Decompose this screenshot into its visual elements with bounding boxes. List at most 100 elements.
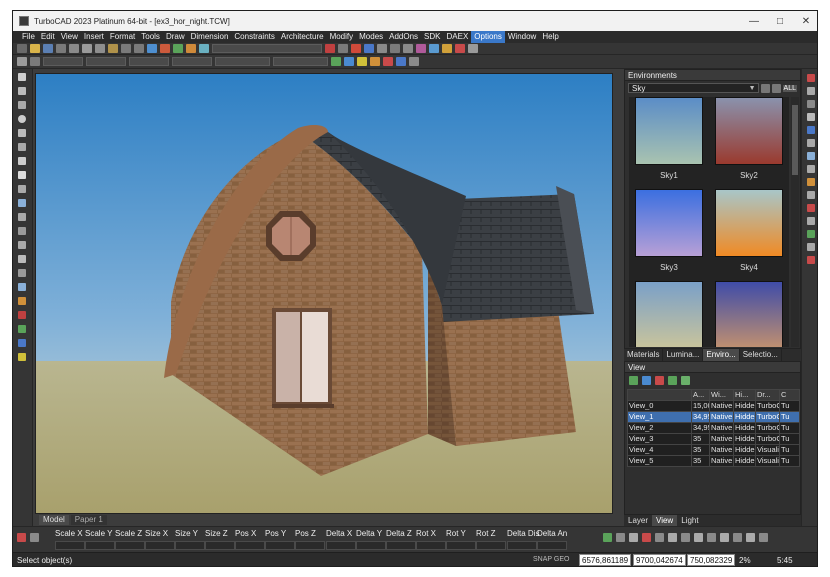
tool-icon[interactable] <box>807 256 815 264</box>
column-width[interactable]: Wi... <box>709 389 734 401</box>
tab-environments[interactable]: Enviro... <box>703 349 740 361</box>
print-icon[interactable] <box>56 44 66 53</box>
pen-combo[interactable] <box>86 57 126 66</box>
palette-icon[interactable] <box>416 44 426 53</box>
globe-icon[interactable] <box>429 44 439 53</box>
point-icon[interactable] <box>18 157 26 165</box>
field-input[interactable] <box>235 541 265 550</box>
link-icon[interactable] <box>147 44 157 53</box>
layer-combo[interactable] <box>212 44 322 53</box>
table-row[interactable]: View_4 35 Native Hidden Visuali Tu <box>627 444 800 456</box>
tool-icon[interactable] <box>807 165 815 173</box>
dimension-icon[interactable] <box>18 185 26 193</box>
style-icon[interactable] <box>30 57 40 66</box>
open-folder-icon[interactable] <box>30 44 40 53</box>
materials-icon[interactable] <box>199 44 209 53</box>
snap-mode-icon[interactable] <box>720 533 729 542</box>
hand-icon[interactable] <box>338 44 348 53</box>
redo-icon[interactable] <box>134 44 144 53</box>
wall-icon[interactable] <box>18 213 26 221</box>
select-arrow-icon[interactable] <box>18 73 26 81</box>
field-input[interactable] <box>175 541 205 550</box>
minimize-button[interactable]: — <box>741 11 767 31</box>
table-row[interactable]: View_0 15,00 Native Hidden TurboC Tu <box>627 400 800 412</box>
snap-mode-icon[interactable] <box>694 533 703 542</box>
table-row[interactable]: View_2 34,95 Native Hidden TurboC Tu <box>627 422 800 434</box>
tool-icon[interactable] <box>807 217 815 225</box>
zoom-out-icon[interactable] <box>364 44 374 53</box>
mirror-icon[interactable] <box>18 339 26 347</box>
search-icon[interactable] <box>760 83 770 93</box>
environment-tile-sky3[interactable]: Sky3 <box>635 189 703 272</box>
tool-icon[interactable] <box>807 87 815 95</box>
field-input[interactable] <box>85 541 115 550</box>
close-icon[interactable] <box>30 533 39 542</box>
cut-icon[interactable] <box>82 44 92 53</box>
field-input[interactable] <box>115 541 145 550</box>
menu-constraints[interactable]: Constraints <box>231 31 277 43</box>
color-combo[interactable] <box>43 57 83 66</box>
menu-options[interactable]: Options <box>471 31 505 43</box>
snap-mode-icon[interactable] <box>707 533 716 542</box>
menu-addons[interactable]: AddOns <box>386 31 421 43</box>
tool-icon[interactable] <box>807 204 815 212</box>
field-input[interactable] <box>295 541 325 550</box>
cancel-icon[interactable] <box>17 533 26 542</box>
close-button[interactable]: ✕ <box>793 11 817 31</box>
brush-combo[interactable] <box>215 57 270 66</box>
window-tool-icon[interactable] <box>18 241 26 249</box>
polyline-icon[interactable] <box>18 101 26 109</box>
menu-format[interactable]: Format <box>107 31 138 43</box>
measure-icon[interactable] <box>160 44 170 53</box>
environments-scrollbar[interactable] <box>791 97 799 347</box>
environment-tile-sky1[interactable]: Sky1 <box>635 97 703 180</box>
pattern-combo[interactable] <box>273 57 328 66</box>
snap-mode-icon[interactable] <box>629 533 638 542</box>
zoom-window-icon[interactable] <box>377 44 387 53</box>
tab-luminance[interactable]: Lumina... <box>663 349 704 361</box>
grid-icon[interactable] <box>357 57 367 66</box>
column-hidden[interactable]: Hi... <box>733 389 756 401</box>
menu-tools[interactable]: Tools <box>138 31 163 43</box>
table-row[interactable]: View_1 34,95 Native Hidden TurboC Tu <box>627 411 800 423</box>
snap-mode-icon[interactable] <box>603 533 612 542</box>
copy-icon[interactable] <box>95 44 105 53</box>
snap-mode-icon[interactable] <box>681 533 690 542</box>
column-name[interactable] <box>627 389 692 401</box>
field-input[interactable] <box>416 541 446 550</box>
activate-view-icon[interactable] <box>681 375 690 385</box>
field-input[interactable] <box>476 541 506 550</box>
line-icon[interactable] <box>18 87 26 95</box>
frame-icon[interactable] <box>396 57 406 66</box>
field-input[interactable] <box>386 541 416 550</box>
circle-icon[interactable] <box>18 115 26 123</box>
fillet-icon[interactable] <box>18 325 26 333</box>
menu-window[interactable]: Window <box>505 31 539 43</box>
door-icon[interactable] <box>18 227 26 235</box>
environment-tile-sky4[interactable]: Sky4 <box>715 189 783 272</box>
field-input[interactable] <box>145 541 175 550</box>
zoom-in-icon[interactable] <box>351 44 361 53</box>
snap-indicator[interactable]: SNAP GEO <box>533 556 569 563</box>
tool-icon[interactable] <box>807 191 815 199</box>
menu-daex[interactable]: DAEX <box>444 31 472 43</box>
render-settings-icon[interactable] <box>807 74 815 82</box>
undo-icon[interactable] <box>121 44 131 53</box>
menu-edit[interactable]: Edit <box>38 31 58 43</box>
tool-icon[interactable] <box>807 243 815 251</box>
delete-view-icon[interactable] <box>655 375 664 385</box>
field-input[interactable] <box>446 541 476 550</box>
new-view-icon[interactable] <box>629 375 638 385</box>
drawing-viewport[interactable] <box>35 73 613 514</box>
tool-icon[interactable] <box>807 178 815 186</box>
width-combo[interactable] <box>129 57 169 66</box>
snap-mode-icon[interactable] <box>759 533 768 542</box>
stop-icon[interactable] <box>455 44 465 53</box>
field-input[interactable] <box>356 541 386 550</box>
field-input[interactable] <box>326 541 356 550</box>
extrude-icon[interactable] <box>18 297 26 305</box>
tab-materials[interactable]: Materials <box>624 349 664 361</box>
field-input[interactable] <box>537 541 567 550</box>
environment-category-select[interactable]: Sky ▼ <box>628 83 759 93</box>
environment-tile-sky6[interactable] <box>715 281 783 347</box>
